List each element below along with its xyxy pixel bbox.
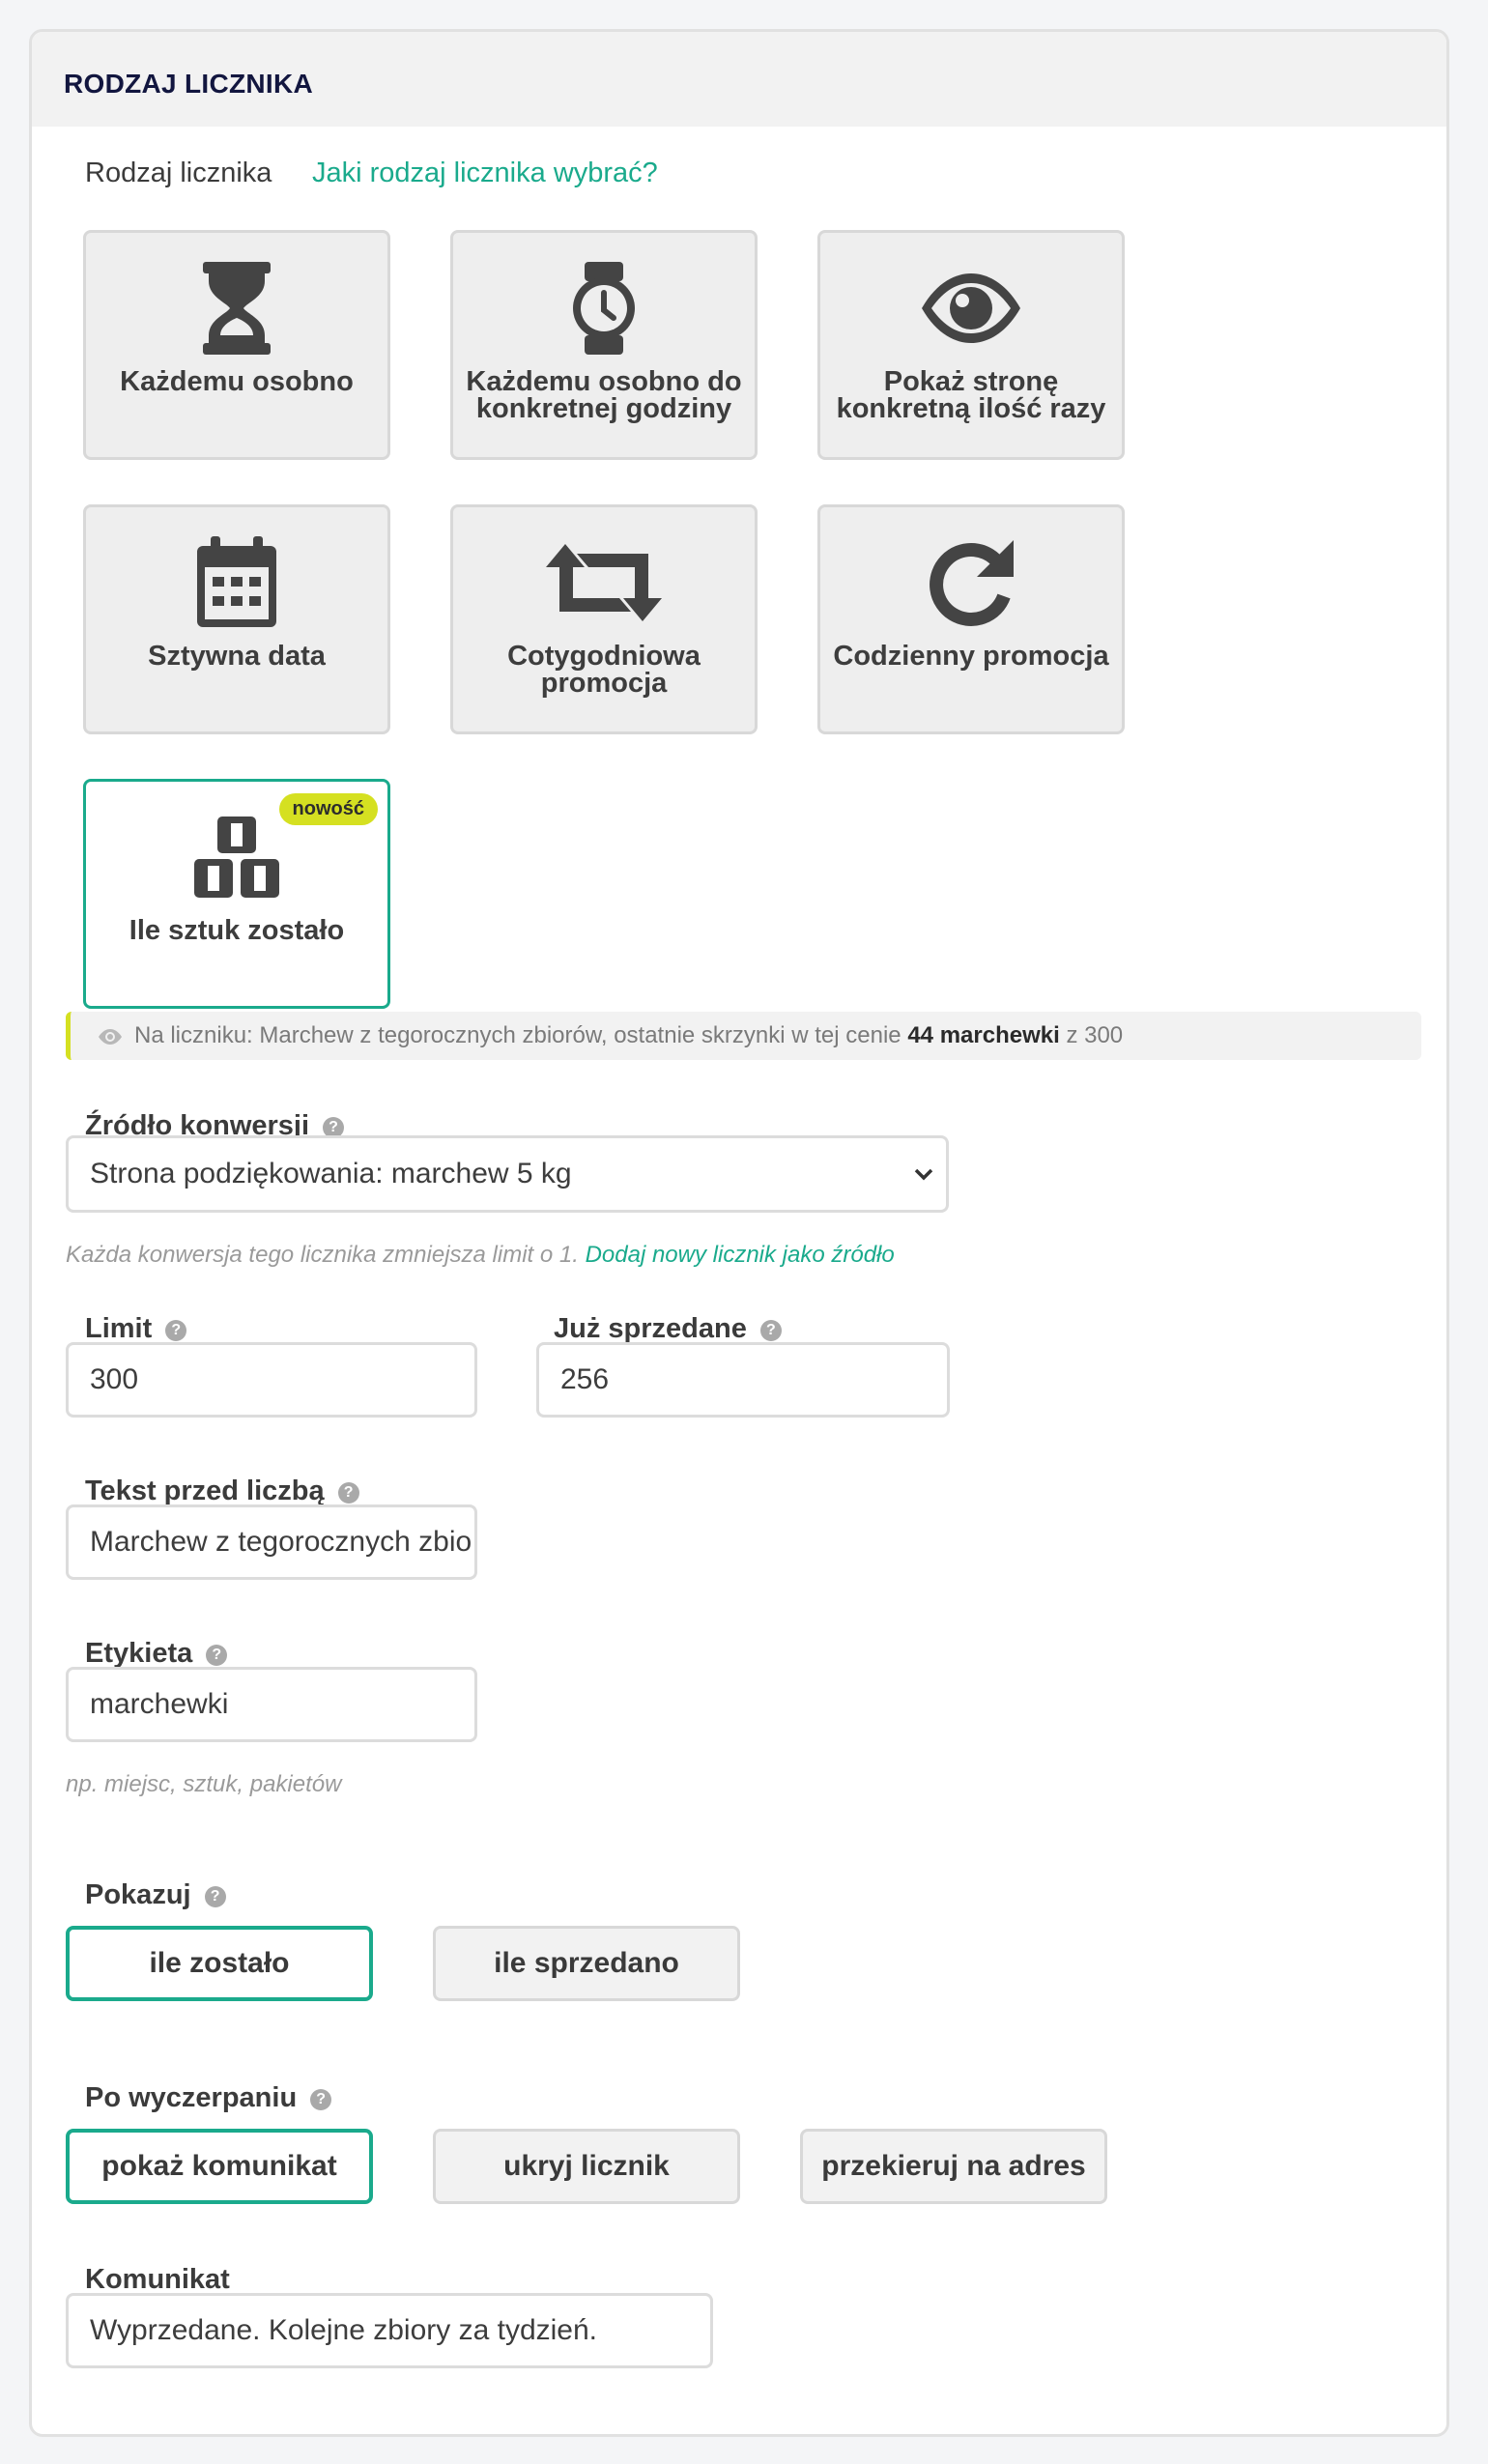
after-option-redirect[interactable]: przekieruj na adres (800, 2129, 1107, 2204)
watch-icon (453, 262, 755, 355)
show-option-sold[interactable]: ile sprzedano (433, 1926, 740, 2001)
message-input[interactable]: Wyprzedane. Kolejne zbiory za tydzień. (66, 2293, 713, 2368)
tile-sztywna-data[interactable]: Sztywna data (83, 504, 390, 734)
help-icon[interactable]: ? (310, 2089, 332, 2110)
preview-count: 44 marchewki (907, 1022, 1060, 1048)
tile-label: Każdemu osobno do konkretnej godziny (466, 366, 742, 424)
counter-type-label: Rodzaj licznika (85, 158, 272, 188)
show-label-text: Pokazuj (85, 1879, 191, 1910)
after-option-show-message[interactable]: pokaż komunikat (66, 2129, 373, 2204)
eye-icon (820, 262, 1122, 355)
tile-kazdemu-osobno[interactable]: Każdemu osobno (83, 230, 390, 460)
after-option-hide-counter[interactable]: ukryj licznik (433, 2129, 740, 2204)
redo-icon (820, 536, 1122, 629)
calendar-icon (86, 536, 387, 629)
show-label: Pokazuj? (85, 1879, 226, 1911)
help-icon[interactable]: ? (165, 1320, 187, 1341)
tile-kazdemu-osobno-godziny[interactable]: Każdemu osobno do konkretnej godziny (450, 230, 758, 460)
panel-title: RODZAJ LICZNIKA (64, 69, 314, 99)
tile-label: Pokaż stronę konkretną ilość razy (836, 366, 1106, 424)
limit-label: Limit? (85, 1313, 187, 1345)
boxes-icon (86, 817, 387, 898)
sold-label-text: Już sprzedane (554, 1313, 747, 1344)
tile-ile-sztuk-zostalo[interactable]: nowość Ile sztuk zostało (83, 779, 390, 1009)
help-icon[interactable]: ? (204, 1886, 226, 1907)
conversion-source-select[interactable]: Strona podziękowania: marchew 5 kg (66, 1135, 949, 1213)
counter-type-panel: RODZAJ LICZNIKA Rodzaj licznika Jaki rod… (29, 29, 1449, 2437)
tile-label: Ile sztuk zostało (129, 915, 345, 946)
text-before-label-text: Tekst przed liczbą (85, 1476, 325, 1506)
tile-label: Codzienny promocja (833, 641, 1109, 672)
sold-input[interactable]: 256 (536, 1342, 950, 1418)
conversion-source-value: Strona podziękowania: marchew 5 kg (90, 1158, 572, 1189)
chevron-down-icon (914, 1168, 933, 1181)
counter-preview: Na liczniku: Marchew z tegorocznych zbio… (66, 1012, 1421, 1060)
after-exhausted-label-text: Po wyczerpaniu (85, 2082, 298, 2113)
after-exhausted-label: Po wyczerpaniu? (85, 2082, 332, 2114)
show-option-remaining[interactable]: ile zostało (66, 1926, 373, 2001)
sold-label: Już sprzedane? (554, 1313, 782, 1345)
counter-type-help-link[interactable]: Jaki rodzaj licznika wybrać? (312, 158, 658, 189)
help-icon[interactable]: ? (759, 1320, 782, 1341)
preview-suffix: z 300 (1066, 1022, 1124, 1048)
preview-prefix: Na liczniku: Marchew z tegorocznych zbio… (134, 1022, 901, 1048)
etykieta-label-text: Etykieta (85, 1638, 193, 1669)
help-icon[interactable]: ? (337, 1482, 359, 1504)
tile-label: Cotygodniowa promocja (507, 641, 701, 699)
etykieta-label: Etykieta? (85, 1638, 228, 1670)
hourglass-icon (86, 262, 387, 355)
tile-cotygodniowa[interactable]: Cotygodniowa promocja (450, 504, 758, 734)
etykieta-input[interactable]: marchewki (66, 1667, 477, 1742)
panel-header: RODZAJ LICZNIKA (32, 32, 1446, 127)
limit-label-text: Limit (85, 1313, 153, 1344)
eye-icon (99, 1029, 122, 1045)
tile-pokaz-strone[interactable]: Pokaż stronę konkretną ilość razy (817, 230, 1125, 460)
message-label: Komunikat (85, 2264, 230, 2295)
tile-label: Każdemu osobno (120, 366, 354, 397)
limit-input[interactable]: 300 (66, 1342, 477, 1418)
tile-codzienny[interactable]: Codzienny promocja (817, 504, 1125, 734)
add-source-link[interactable]: Dodaj nowy licznik jako źródło (586, 1242, 895, 1268)
text-before-input[interactable]: Marchew z tegorocznych zbio (66, 1504, 477, 1580)
tile-label: Sztywna data (148, 641, 326, 672)
conversion-hint-text: Każda konwersja tego licznika zmniejsza … (66, 1242, 579, 1268)
etykieta-hint: np. miejsc, sztuk, pakietów (66, 1771, 342, 1797)
retweet-icon (453, 536, 755, 629)
help-icon[interactable]: ? (206, 1645, 228, 1666)
text-before-label: Tekst przed liczbą? (85, 1476, 359, 1507)
conversion-source-hint: Każda konwersja tego licznika zmniejsza … (66, 1242, 895, 1269)
